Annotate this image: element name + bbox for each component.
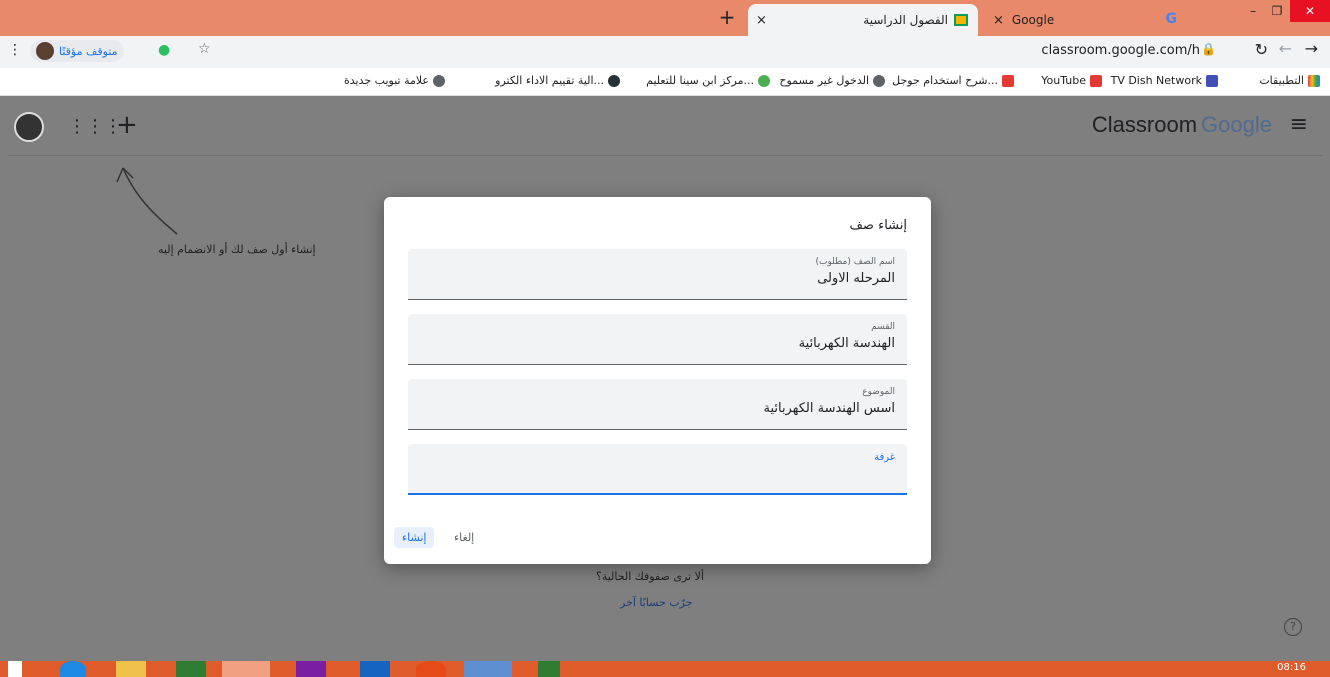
bookmark-ibn-sina[interactable]: مركز ابن سينا للتعليم... bbox=[646, 74, 770, 87]
field-label: الموضوع bbox=[862, 387, 895, 397]
avatar bbox=[36, 42, 54, 60]
classroom-logo[interactable]: Classroom Google bbox=[1092, 112, 1272, 138]
create-class-dialog: إنشاء صف اسم الصف (مطلوب) المرحله الاولى… bbox=[384, 197, 931, 564]
forward-icon[interactable]: ← bbox=[1279, 39, 1292, 58]
evernote-extension-icon[interactable]: ● bbox=[158, 42, 170, 58]
bookmark-performance[interactable]: الية تقييم الاداء الكترو... bbox=[495, 74, 620, 87]
word-icon[interactable] bbox=[464, 661, 512, 677]
field-value: الهندسة الكهربائية bbox=[798, 336, 895, 351]
globe-icon bbox=[873, 74, 885, 87]
bookmark-star-icon[interactable]: ☆ bbox=[198, 41, 211, 57]
ie-icon[interactable] bbox=[60, 661, 86, 677]
help-icon[interactable]: ? bbox=[1284, 618, 1302, 636]
globe-icon bbox=[433, 74, 445, 87]
bookmark-label: الية تقييم الاداء الكترو... bbox=[495, 74, 604, 87]
profile-chip[interactable]: متوقف مؤقتًا bbox=[30, 40, 124, 62]
field-label: القسم bbox=[871, 322, 895, 332]
field-label: غرفة bbox=[874, 452, 895, 463]
file-explorer-icon[interactable] bbox=[116, 661, 146, 677]
section-field[interactable]: القسم الهندسة الكهربائية bbox=[408, 314, 907, 365]
taskbar-clock[interactable]: 08:16 bbox=[1277, 662, 1306, 673]
bookmark-label: TV Dish Network bbox=[1110, 74, 1202, 87]
field-value: اسس الهندسة الكهربائية bbox=[763, 401, 895, 416]
url-input[interactable]: classroom.google.com/h bbox=[1041, 43, 1200, 58]
apps-grid-icon bbox=[1308, 74, 1320, 87]
onenote-icon[interactable] bbox=[296, 661, 326, 677]
tab-google[interactable]: × Google G bbox=[985, 4, 1177, 36]
field-value: المرحله الاولى bbox=[817, 271, 895, 286]
windows-taskbar: 08:16 bbox=[0, 661, 1330, 677]
excel-icon[interactable] bbox=[176, 661, 206, 677]
apps-grid-icon[interactable]: ⋮⋮⋮ bbox=[68, 116, 122, 137]
bookmark-new-tab[interactable]: علامة تبويب جديدة bbox=[344, 74, 445, 87]
brand-google: Google bbox=[1201, 112, 1272, 137]
youtube-icon bbox=[1002, 74, 1014, 87]
classroom-favicon-icon bbox=[954, 14, 968, 26]
powerpoint-icon[interactable] bbox=[416, 661, 446, 677]
tab-close-icon[interactable]: × bbox=[993, 13, 1004, 28]
bookmark-label: الدخول غير مسموح bbox=[779, 74, 869, 87]
address-bar: ⋮ متوقف مؤقتًا ● ☆ classroom.google.com/… bbox=[0, 36, 1330, 68]
room-field[interactable]: غرفة bbox=[408, 444, 907, 495]
youtube-icon bbox=[1090, 74, 1102, 87]
create-button[interactable]: إنشاء bbox=[394, 527, 435, 548]
brand-classroom: Classroom bbox=[1091, 112, 1198, 137]
missing-classes-question: ألا ترى صفوفك الحالية؟ bbox=[596, 570, 704, 583]
dialog-title: إنشاء صف bbox=[849, 218, 907, 233]
tab-classroom[interactable]: × الفصول الدراسية bbox=[748, 4, 978, 36]
tab-title: الفصول الدراسية bbox=[863, 13, 948, 27]
close-window-button[interactable]: ✕ bbox=[1290, 0, 1330, 22]
app-header: ⋮⋮⋮ + Classroom Google ≡ bbox=[8, 96, 1322, 156]
switch-account-link[interactable]: جرّب حسابًا آخر bbox=[620, 596, 693, 609]
hamburger-menu-icon[interactable]: ≡ bbox=[1290, 112, 1308, 137]
lock-icon: 🔒 bbox=[1201, 42, 1216, 56]
back-icon[interactable]: → bbox=[1305, 39, 1318, 58]
bookmark-label: مركز ابن سينا للتعليم... bbox=[646, 74, 754, 87]
bookmarks-bar: التطبيقات TV Dish Network YouTube شرح اس… bbox=[0, 68, 1330, 96]
bookmark-label: شرح استخدام جوجل... bbox=[892, 74, 998, 87]
tv-icon bbox=[1206, 74, 1218, 87]
bookmark-youtube[interactable]: YouTube bbox=[1041, 74, 1102, 87]
plant-icon bbox=[758, 74, 770, 87]
browser-title-bar: × Google G × الفصول الدراسية + – ❐ ✕ bbox=[0, 0, 1330, 36]
bookmark-label: علامة تبويب جديدة bbox=[343, 74, 429, 87]
bookmark-label: YouTube bbox=[1041, 74, 1086, 87]
class-name-field[interactable]: اسم الصف (مطلوب) المرحله الاولى bbox=[408, 249, 907, 300]
reload-icon[interactable]: ↻ bbox=[1255, 40, 1268, 59]
field-label: اسم الصف (مطلوب) bbox=[815, 257, 895, 267]
new-tab-button[interactable]: + bbox=[716, 6, 738, 28]
tab-title: Google bbox=[1011, 13, 1055, 27]
bookmark-access-denied[interactable]: الدخول غير مسموح bbox=[779, 74, 885, 87]
bookmark-apps[interactable]: التطبيقات bbox=[1259, 74, 1320, 87]
chrome-taskbar-icon[interactable] bbox=[222, 661, 270, 677]
google-g-icon: G bbox=[1165, 11, 1178, 27]
create-join-plus-icon[interactable]: + bbox=[116, 110, 138, 140]
bookmark-label: التطبيقات bbox=[1259, 74, 1304, 87]
bookmark-google-tutorial[interactable]: شرح استخدام جوجل... bbox=[892, 74, 1014, 87]
avatar[interactable] bbox=[14, 112, 44, 142]
windows-store-icon[interactable] bbox=[360, 661, 390, 677]
restore-button[interactable]: ❐ bbox=[1262, 0, 1292, 22]
tab-close-icon[interactable]: × bbox=[756, 13, 767, 28]
dark-circle-icon bbox=[608, 74, 620, 87]
profile-status: متوقف مؤقتًا bbox=[59, 44, 118, 58]
hint-arrow-icon bbox=[116, 167, 178, 235]
bookmark-tv-dish[interactable]: TV Dish Network bbox=[1111, 74, 1218, 87]
subject-field[interactable]: الموضوع اسس الهندسة الكهربائية bbox=[408, 379, 907, 430]
excel-icon[interactable] bbox=[538, 661, 560, 677]
hint-text: إنشاء أول صف لك أو الانضمام إليه bbox=[158, 243, 316, 256]
start-icon[interactable] bbox=[8, 661, 22, 677]
more-menu-icon[interactable]: ⋮ bbox=[8, 42, 22, 58]
cancel-button[interactable]: إلغاء bbox=[446, 527, 482, 548]
